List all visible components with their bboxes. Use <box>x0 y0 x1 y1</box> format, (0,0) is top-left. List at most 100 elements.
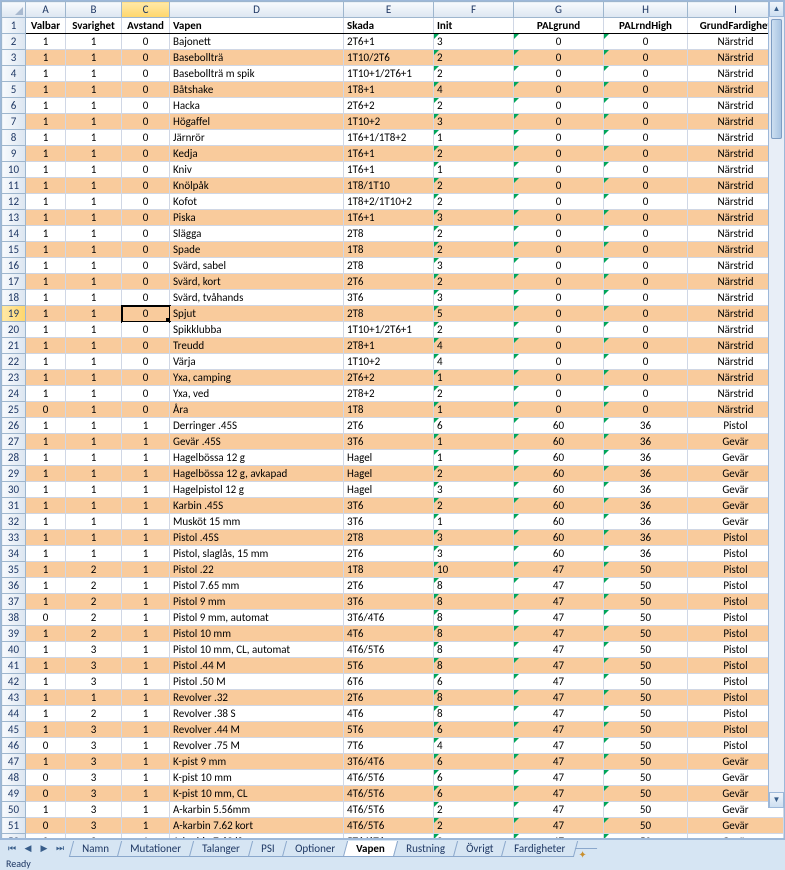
row-header[interactable]: 12 <box>2 194 26 210</box>
row-header[interactable]: 7 <box>2 114 26 130</box>
cell-B29[interactable]: 1 <box>66 466 122 482</box>
cell-D19[interactable]: Spjut <box>170 306 344 322</box>
row-header[interactable]: 43 <box>2 690 26 706</box>
cell-E9[interactable]: 1T6+1 <box>344 146 434 162</box>
cell-H40[interactable]: 50 <box>604 642 688 658</box>
cell-H43[interactable]: 50 <box>604 690 688 706</box>
cell-G13[interactable]: 0 <box>514 210 604 226</box>
cell-E43[interactable]: 2T6 <box>344 690 434 706</box>
cell-F45[interactable]: 6 <box>434 722 514 738</box>
cell-F9[interactable]: 2 <box>434 146 514 162</box>
cell-D39[interactable]: Pistol 10 mm <box>170 626 344 642</box>
cell-F24[interactable]: 2 <box>434 386 514 402</box>
row-header[interactable]: 22 <box>2 354 26 370</box>
cell-H27[interactable]: 36 <box>604 434 688 450</box>
sheet-tab-övrigt[interactable]: Övrigt <box>453 841 507 857</box>
cell-C19[interactable]: 0 <box>122 306 170 322</box>
row-header[interactable]: 11 <box>2 178 26 194</box>
cell-F42[interactable]: 6 <box>434 674 514 690</box>
cell-G39[interactable]: 47 <box>514 626 604 642</box>
cell-D46[interactable]: Revolver .75 M <box>170 738 344 754</box>
cell-C46[interactable]: 1 <box>122 738 170 754</box>
cell-B39[interactable]: 2 <box>66 626 122 642</box>
cell-E49[interactable]: 4T6/5T6 <box>344 786 434 802</box>
cell-B3[interactable]: 1 <box>66 50 122 66</box>
cell-A42[interactable]: 1 <box>26 674 66 690</box>
cell-F13[interactable]: 3 <box>434 210 514 226</box>
cell-F44[interactable]: 8 <box>434 706 514 722</box>
cell-G43[interactable]: 47 <box>514 690 604 706</box>
cell-A25[interactable]: 0 <box>26 402 66 418</box>
cell-G12[interactable]: 0 <box>514 194 604 210</box>
cell-A8[interactable]: 1 <box>26 130 66 146</box>
cell-A29[interactable]: 1 <box>26 466 66 482</box>
row-header[interactable]: 32 <box>2 514 26 530</box>
row-header[interactable]: 6 <box>2 98 26 114</box>
cell-G7[interactable]: 0 <box>514 114 604 130</box>
cell-H11[interactable]: 0 <box>604 178 688 194</box>
cell-F20[interactable]: 2 <box>434 322 514 338</box>
cell-C3[interactable]: 0 <box>122 50 170 66</box>
row-header[interactable]: 1 <box>2 18 26 34</box>
cell-F22[interactable]: 4 <box>434 354 514 370</box>
cell-C45[interactable]: 1 <box>122 722 170 738</box>
cell-A33[interactable]: 1 <box>26 530 66 546</box>
cell-G15[interactable]: 0 <box>514 242 604 258</box>
row-header[interactable]: 34 <box>2 546 26 562</box>
cell-C50[interactable]: 1 <box>122 802 170 818</box>
cell-G14[interactable]: 0 <box>514 226 604 242</box>
row-header[interactable]: 18 <box>2 290 26 306</box>
cell-C39[interactable]: 1 <box>122 626 170 642</box>
cell-E2[interactable]: 2T6+1 <box>344 34 434 50</box>
cell-H46[interactable]: 50 <box>604 738 688 754</box>
sheet-tab-optioner[interactable]: Optioner <box>282 841 348 857</box>
cell-C35[interactable]: 1 <box>122 562 170 578</box>
cell-F28[interactable]: 1 <box>434 450 514 466</box>
cell-C25[interactable]: 0 <box>122 402 170 418</box>
row-header[interactable]: 27 <box>2 434 26 450</box>
cell-B23[interactable]: 1 <box>66 370 122 386</box>
cell-A50[interactable]: 1 <box>26 802 66 818</box>
cell-C22[interactable]: 0 <box>122 354 170 370</box>
cell-F23[interactable]: 1 <box>434 370 514 386</box>
cell-B31[interactable]: 1 <box>66 498 122 514</box>
row-header[interactable]: 46 <box>2 738 26 754</box>
cell-C24[interactable]: 0 <box>122 386 170 402</box>
cell-F48[interactable]: 6 <box>434 770 514 786</box>
cell-A10[interactable]: 1 <box>26 162 66 178</box>
cell-E4[interactable]: 1T10+1/2T6+1 <box>344 66 434 82</box>
cell-D47[interactable]: K-pist 9 mm <box>170 754 344 770</box>
cell-C6[interactable]: 0 <box>122 98 170 114</box>
cell-E30[interactable]: Hagel <box>344 482 434 498</box>
sheet-first-icon[interactable]: ⏮ <box>4 841 20 857</box>
cell-E12[interactable]: 1T8+2/1T10+2 <box>344 194 434 210</box>
cell-D40[interactable]: Pistol 10 mm, CL, automat <box>170 642 344 658</box>
cell-A23[interactable]: 1 <box>26 370 66 386</box>
cell-C15[interactable]: 0 <box>122 242 170 258</box>
cell-B28[interactable]: 1 <box>66 450 122 466</box>
cell-G30[interactable]: 60 <box>514 482 604 498</box>
cell-B20[interactable]: 1 <box>66 322 122 338</box>
sheet-tab-vapen[interactable]: Vapen <box>343 841 398 857</box>
cell-G9[interactable]: 0 <box>514 146 604 162</box>
cell-F37[interactable]: 8 <box>434 594 514 610</box>
cell-E19[interactable]: 2T8 <box>344 306 434 322</box>
cell-D2[interactable]: Bajonett <box>170 34 344 50</box>
cell-F4[interactable]: 2 <box>434 66 514 82</box>
cell-A38[interactable]: 0 <box>26 610 66 626</box>
row-header[interactable]: 37 <box>2 594 26 610</box>
cell-A44[interactable]: 1 <box>26 706 66 722</box>
field-header-Vapen[interactable]: Vapen <box>170 18 344 34</box>
cell-B15[interactable]: 1 <box>66 242 122 258</box>
cell-A40[interactable]: 1 <box>26 642 66 658</box>
cell-B48[interactable]: 3 <box>66 770 122 786</box>
cell-E17[interactable]: 2T6 <box>344 274 434 290</box>
cell-C33[interactable]: 1 <box>122 530 170 546</box>
cell-E35[interactable]: 1T8 <box>344 562 434 578</box>
cell-F39[interactable]: 8 <box>434 626 514 642</box>
cell-H44[interactable]: 50 <box>604 706 688 722</box>
column-header-C[interactable]: C <box>122 2 170 18</box>
cell-C32[interactable]: 1 <box>122 514 170 530</box>
sheet-tab-talanger[interactable]: Talanger <box>189 841 253 857</box>
row-header[interactable]: 5 <box>2 82 26 98</box>
